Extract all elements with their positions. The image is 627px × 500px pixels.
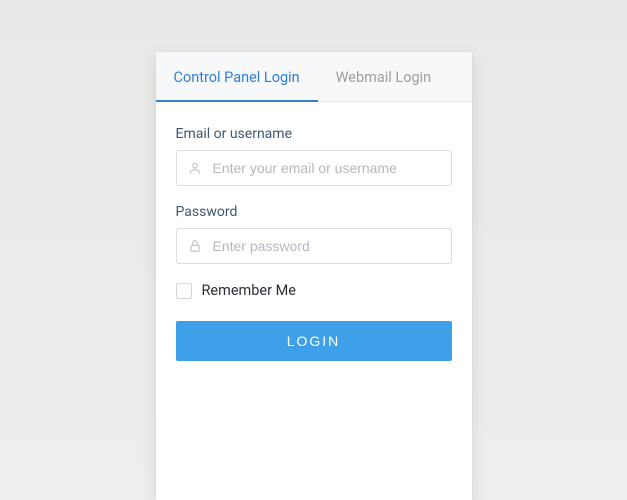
password-input[interactable] bbox=[176, 228, 452, 264]
remember-me-label: Remember Me bbox=[202, 282, 296, 299]
login-tabs: Control Panel Login Webmail Login bbox=[156, 52, 472, 102]
tab-control-panel[interactable]: Control Panel Login bbox=[156, 52, 318, 101]
user-icon bbox=[188, 161, 202, 175]
lock-icon bbox=[188, 239, 202, 253]
tab-webmail[interactable]: Webmail Login bbox=[318, 52, 449, 101]
login-button[interactable]: LOGIN bbox=[176, 321, 452, 361]
password-input-wrap bbox=[176, 228, 452, 264]
login-card: Control Panel Login Webmail Login Email … bbox=[156, 52, 472, 500]
username-label: Email or username bbox=[176, 126, 452, 142]
username-input-wrap bbox=[176, 150, 452, 186]
login-form-body: Email or username Password Remembe bbox=[156, 102, 472, 383]
password-label: Password bbox=[176, 204, 452, 220]
remember-me-checkbox[interactable] bbox=[176, 283, 192, 299]
remember-me-row: Remember Me bbox=[176, 282, 452, 299]
username-input[interactable] bbox=[176, 150, 452, 186]
